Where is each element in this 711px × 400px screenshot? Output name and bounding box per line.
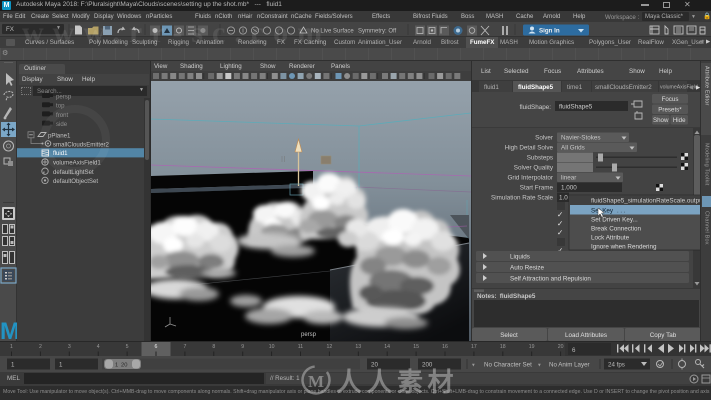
svg-text:Notes: fluidShape5: Notes: fluidShape5 (477, 293, 536, 300)
svg-text:Self Attraction and Repulsion: Self Attraction and Repulsion (510, 276, 591, 283)
svg-text:smallCloudsEmitter2: smallCloudsEmitter2 (595, 84, 652, 91)
svg-text:. . .: . . . (617, 209, 626, 215)
svg-text:No Live Surface: No Live Surface (311, 29, 354, 35)
svg-text:▾: ▾ (472, 363, 475, 369)
svg-text:1: 1 (115, 363, 118, 369)
svg-text:volumeAxisField1: volumeAxisField1 (53, 159, 101, 166)
svg-text:✓: ✓ (557, 210, 563, 219)
svg-text:20: 20 (371, 362, 378, 369)
svg-text:4: 4 (97, 344, 100, 350)
svg-text:Ignore when Rendering: Ignore when Rendering (591, 244, 657, 251)
svg-text:7: 7 (183, 344, 186, 350)
svg-text:Focus: Focus (662, 96, 679, 103)
svg-text:Set Driven Key...: Set Driven Key... (591, 217, 638, 224)
svg-text:pPlane1: pPlane1 (48, 132, 71, 139)
svg-text:No Anim Layer: No Anim Layer (549, 362, 590, 369)
svg-text:Solver: Solver (535, 135, 553, 142)
svg-text:Set Key: Set Key (591, 208, 614, 215)
svg-text:Select: Select (500, 332, 518, 339)
svg-text:M: M (0, 318, 17, 341)
svg-text:Solver Quality: Solver Quality (514, 165, 554, 172)
svg-text:20: 20 (121, 363, 127, 369)
svg-text:Start Frame: Start Frame (520, 185, 554, 192)
svg-text:Symmetry: Off: Symmetry: Off (358, 29, 397, 35)
svg-text:fluidShape5: fluidShape5 (559, 104, 593, 111)
svg-text:High Detail Solve: High Detail Solve (505, 145, 554, 152)
svg-text:smallCloudsEmitter2: smallCloudsEmitter2 (53, 141, 109, 148)
svg-text:200: 200 (422, 362, 433, 369)
svg-text:No Character Set: No Character Set (484, 362, 532, 369)
svg-text:Auto Resize: Auto Resize (510, 265, 544, 272)
svg-text:9: 9 (241, 344, 244, 350)
svg-text:Copy Tab: Copy Tab (650, 332, 677, 339)
svg-text:Help: Help (659, 68, 672, 75)
svg-text:10: 10 (269, 344, 275, 350)
svg-text:Presets*: Presets* (658, 107, 682, 114)
svg-text:Navier-Stokes: Navier-Stokes (561, 135, 601, 142)
svg-text:24 fps: 24 fps (608, 362, 625, 369)
svg-text:12: 12 (327, 344, 333, 350)
svg-text:Load Attributes: Load Attributes (565, 332, 607, 339)
svg-text:Selected: Selected (504, 68, 529, 75)
svg-text:✓: ✓ (557, 228, 563, 237)
svg-text:1: 1 (59, 362, 63, 369)
svg-text:1.000: 1.000 (561, 185, 577, 192)
svg-text:13: 13 (355, 344, 361, 350)
svg-text:Panels: Panels (331, 63, 350, 70)
svg-text:Substeps: Substeps (527, 155, 553, 162)
svg-text:fluidShape:: fluidShape: (519, 104, 551, 111)
svg-text:1: 1 (10, 344, 13, 350)
svg-text:persp: persp (56, 93, 72, 100)
svg-text:Liquids: Liquids (510, 254, 530, 261)
svg-text:persp: persp (301, 332, 317, 338)
svg-text:fluidShape5: fluidShape5 (518, 84, 554, 91)
svg-text:1: 1 (11, 362, 15, 369)
svg-text:Focus: Focus (544, 68, 561, 75)
svg-text:✓: ✓ (557, 219, 563, 228)
svg-text:linear: linear (561, 175, 576, 182)
svg-text:20: 20 (558, 344, 564, 350)
svg-text:3: 3 (68, 344, 71, 350)
svg-text:◐: ◐ (43, 169, 47, 175)
svg-text:Sign In: Sign In (539, 28, 560, 35)
svg-text:11: 11 (298, 344, 303, 350)
svg-text:18: 18 (500, 344, 506, 350)
svg-text:Show: Show (260, 63, 276, 70)
svg-text:Attributes: Attributes (577, 68, 604, 75)
svg-text:Show: Show (629, 68, 645, 75)
svg-text:fluidShape5_simulationRateScal: fluidShape5_simulationRateScale.output..… (591, 198, 701, 205)
svg-text:Lock Attribute: Lock Attribute (591, 235, 630, 242)
svg-text:Simulation Rate Scale: Simulation Rate Scale (491, 195, 553, 202)
svg-text:Shading: Shading (180, 63, 203, 70)
svg-text:defaultLightSet: defaultLightSet (53, 168, 94, 175)
svg-text:Grid Interpolator: Grid Interpolator (508, 175, 554, 182)
svg-text:Break Connection: Break Connection (591, 226, 642, 233)
svg-text:Lighting: Lighting (220, 63, 242, 70)
svg-text:19: 19 (529, 344, 535, 350)
svg-text:View: View (154, 63, 168, 70)
svg-text:All Grids: All Grids (561, 145, 585, 152)
svg-text:time1: time1 (567, 84, 583, 91)
svg-text:top: top (56, 102, 65, 109)
svg-text:defaultObjectSet: defaultObjectSet (53, 178, 98, 185)
svg-text:Show: Show (653, 117, 669, 124)
svg-text:14: 14 (384, 344, 390, 350)
svg-text:fluid1: fluid1 (484, 84, 499, 91)
svg-text:side: side (56, 121, 68, 128)
svg-text:Renderer: Renderer (289, 63, 315, 70)
svg-text:5: 5 (126, 344, 129, 350)
svg-text:1.0: 1.0 (559, 195, 568, 202)
svg-text:fluid1: fluid1 (53, 150, 68, 157)
svg-text:16: 16 (442, 344, 448, 350)
svg-text:15: 15 (413, 344, 419, 350)
svg-text:6: 6 (155, 344, 158, 350)
svg-text:front: front (56, 111, 69, 118)
svg-text:2: 2 (39, 344, 42, 350)
svg-text:17: 17 (471, 344, 477, 350)
svg-text:▾: ▾ (538, 363, 541, 369)
svg-text:8: 8 (212, 344, 215, 350)
svg-text:6: 6 (572, 347, 576, 354)
svg-text:List: List (481, 68, 491, 75)
svg-text:Hide: Hide (673, 117, 686, 124)
